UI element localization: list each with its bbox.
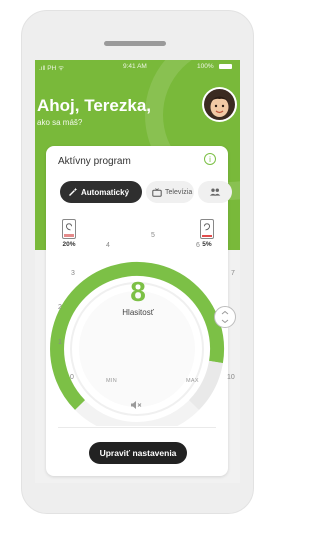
group-icon	[209, 188, 221, 196]
app-screen: .ıll PH ᯤ 9:41 AM 100% Ahoj, Terezka, ak…	[35, 60, 240, 483]
signal-indicator: .ıll PH ᯤ	[39, 65, 65, 72]
divider	[58, 427, 216, 428]
dial-tick-6: 6	[196, 242, 200, 249]
adjust-settings-button[interactable]: Upraviť nastavenia	[89, 442, 187, 464]
dial-tick-4: 4	[106, 242, 110, 249]
magic-wand-icon	[69, 187, 78, 196]
dial-tick-1: 1	[58, 339, 62, 346]
dial-tick-10: 10	[227, 374, 235, 381]
volume-label: Hlasitosť	[122, 308, 154, 317]
program-chip-tv[interactable]: Televízia	[146, 181, 194, 203]
program-card: Aktívny program i Automatický Televízia	[46, 146, 236, 476]
dial-max-label: MAX	[186, 378, 199, 384]
dial-tick-2: 2	[58, 304, 62, 311]
dial-tick-7: 7	[231, 270, 235, 277]
battery-icon	[219, 64, 232, 69]
profile-photo-icon	[204, 89, 235, 120]
program-chip-label: Televízia	[165, 188, 193, 196]
dial-tick-3: 3	[71, 270, 75, 277]
info-icon[interactable]: i	[204, 153, 216, 165]
program-chip-label: Automatický	[81, 187, 130, 197]
phone-speaker	[104, 41, 166, 46]
dial-knob[interactable]	[214, 306, 236, 328]
status-time: 9:41 AM	[123, 63, 147, 70]
tv-icon	[152, 187, 162, 197]
active-program-title: Aktívny program	[58, 156, 131, 167]
greeting-title: Ahoj, Terezka,	[37, 96, 151, 115]
dial-tick-5: 5	[151, 232, 155, 239]
volume-value: 8	[130, 276, 146, 307]
battery-percent: 100%	[197, 63, 214, 70]
avatar[interactable]	[202, 87, 237, 122]
drag-handle-icon	[221, 310, 229, 324]
speaker-mute-icon	[131, 401, 142, 409]
mute-button[interactable]	[122, 400, 150, 414]
program-chip-group[interactable]	[198, 181, 232, 203]
dial-min-label: MIN	[106, 378, 117, 384]
program-chip-automatic[interactable]: Automatický	[60, 181, 142, 203]
dial-tick-0: 0	[70, 374, 74, 381]
greeting-subtitle: ako sa máš?	[37, 118, 83, 127]
